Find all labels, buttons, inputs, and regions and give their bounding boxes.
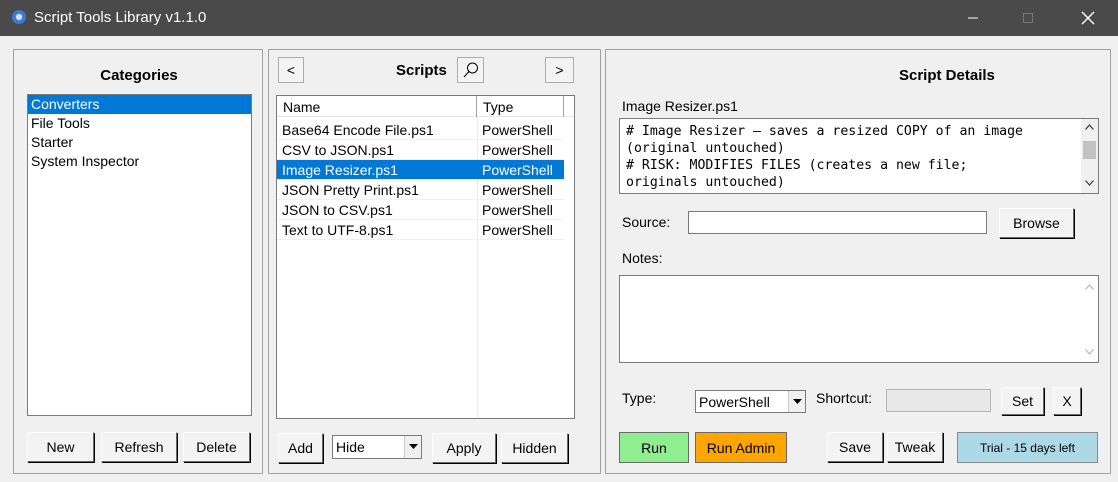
scripts-grid-body: Base64 Encode File.ps1 PowerShell CSV to… — [277, 120, 564, 240]
close-icon — [1081, 11, 1095, 25]
minimize-icon — [968, 17, 978, 19]
add-script-button[interactable]: Add — [278, 433, 323, 463]
details-heading: Script Details — [899, 67, 995, 84]
type-combo-value: PowerShell — [699, 393, 770, 410]
source-input[interactable] — [688, 211, 987, 234]
notes-scrollbar[interactable] — [1081, 276, 1098, 362]
scroll-down-icon[interactable] — [1085, 349, 1094, 355]
script-name-cell: Base64 Encode File.ps1 — [282, 122, 434, 138]
chevron-down-icon — [404, 436, 421, 458]
category-item-starter[interactable]: Starter — [28, 133, 251, 152]
script-preview-scrollbar[interactable] — [1081, 119, 1098, 193]
category-item-file-tools[interactable]: File Tools — [28, 114, 251, 133]
notes-textbox[interactable] — [619, 275, 1099, 363]
type-label: Type: — [622, 390, 657, 406]
scripts-panel: < Scripts > Name Type Base64 Encode File… — [268, 49, 601, 474]
chevron-down-icon — [788, 391, 805, 412]
categories-panel: Categories Converters File Tools Starter… — [13, 49, 263, 474]
maximize-icon — [1023, 13, 1033, 23]
trial-status-badge: Trial - 15 days left — [957, 432, 1098, 463]
table-row[interactable]: Text to UTF-8.ps1 PowerShell — [277, 220, 564, 240]
script-type-cell: PowerShell — [482, 122, 553, 138]
scroll-thumb[interactable] — [1083, 141, 1096, 159]
maximize-button[interactable] — [1005, 0, 1051, 36]
apply-button[interactable]: Apply — [432, 433, 496, 463]
script-name-label: Image Resizer.ps1 — [622, 98, 738, 114]
browse-button[interactable]: Browse — [999, 208, 1074, 238]
table-row[interactable]: Base64 Encode File.ps1 PowerShell — [277, 120, 564, 140]
column-header-name[interactable]: Name — [277, 96, 477, 117]
script-line: (original untouched) — [626, 141, 785, 156]
table-row[interactable]: CSV to JSON.ps1 PowerShell — [277, 140, 564, 160]
run-admin-button[interactable]: Run Admin — [695, 432, 787, 463]
title-bar: Script Tools Library v1.1.0 — [0, 0, 1118, 36]
type-combo[interactable]: PowerShell — [695, 390, 806, 413]
source-label: Source: — [622, 214, 671, 230]
script-name-cell: Text to UTF-8.ps1 — [282, 222, 394, 238]
script-type-cell: PowerShell — [482, 222, 553, 238]
shortcut-label: Shortcut: — [816, 390, 873, 406]
script-line: # RISK: MODIFIES FILES (creates a new fi… — [626, 158, 968, 173]
script-name-cell: JSON Pretty Print.ps1 — [282, 182, 419, 198]
clear-shortcut-button[interactable]: X — [1053, 387, 1081, 415]
set-shortcut-button[interactable]: Set — [1001, 387, 1044, 415]
refresh-button[interactable]: Refresh — [101, 432, 177, 462]
script-line: # Image Resizer — saves a resized COPY o… — [626, 124, 1023, 139]
save-button[interactable]: Save — [827, 432, 883, 462]
search-icon — [463, 62, 478, 78]
details-panel: Script Details Image Resizer.ps1 # Image… — [605, 49, 1111, 474]
close-button[interactable] — [1065, 0, 1111, 36]
table-row[interactable]: JSON to CSV.ps1 PowerShell — [277, 200, 564, 220]
scroll-up-icon[interactable] — [1085, 284, 1094, 290]
table-row[interactable]: JSON Pretty Print.ps1 PowerShell — [277, 180, 564, 200]
script-name-cell: JSON to CSV.ps1 — [282, 202, 393, 218]
search-button[interactable] — [457, 57, 484, 83]
visibility-combo-value: Hide — [336, 439, 365, 455]
delete-category-button[interactable]: Delete — [183, 432, 250, 462]
script-preview-textbox[interactable]: # Image Resizer — saves a resized COPY o… — [619, 118, 1099, 194]
shortcut-input[interactable] — [886, 389, 991, 412]
scripts-heading: Scripts — [396, 62, 447, 79]
tweak-button[interactable]: Tweak — [887, 432, 943, 462]
scroll-up-icon[interactable] — [1085, 124, 1094, 130]
powershell-app-icon — [12, 10, 26, 24]
script-type-cell: PowerShell — [482, 162, 553, 178]
script-name-cell: CSV to JSON.ps1 — [282, 142, 395, 158]
column-header-type[interactable]: Type — [477, 96, 564, 117]
script-type-cell: PowerShell — [482, 142, 553, 158]
script-line: originals untouched) — [626, 175, 785, 190]
category-item-system-inspector[interactable]: System Inspector — [28, 152, 251, 171]
new-category-button[interactable]: New — [27, 432, 94, 462]
next-page-button[interactable]: > — [545, 57, 574, 83]
script-name-cell: Image Resizer.ps1 — [282, 162, 398, 178]
script-type-cell: PowerShell — [482, 182, 553, 198]
minimize-button[interactable] — [950, 0, 996, 36]
script-type-cell: PowerShell — [482, 202, 553, 218]
scripts-grid-header: Name Type — [277, 96, 574, 117]
hidden-button[interactable]: Hidden — [501, 433, 568, 463]
prev-page-button[interactable]: < — [278, 57, 304, 83]
window-title: Script Tools Library v1.1.0 — [34, 9, 207, 26]
script-preview-text: # Image Resizer — saves a resized COPY o… — [626, 123, 1076, 191]
scroll-down-icon[interactable] — [1085, 180, 1094, 186]
run-button[interactable]: Run — [619, 432, 689, 463]
table-row-selected[interactable]: Image Resizer.ps1 PowerShell — [277, 160, 564, 180]
categories-list[interactable]: Converters File Tools Starter System Ins… — [27, 94, 252, 416]
visibility-combo[interactable]: Hide — [332, 435, 422, 459]
category-item-converters[interactable]: Converters — [28, 95, 251, 114]
notes-label: Notes: — [622, 250, 663, 266]
categories-heading: Categories — [100, 67, 178, 84]
scripts-grid[interactable]: Name Type Base64 Encode File.ps1 PowerSh… — [276, 95, 575, 419]
